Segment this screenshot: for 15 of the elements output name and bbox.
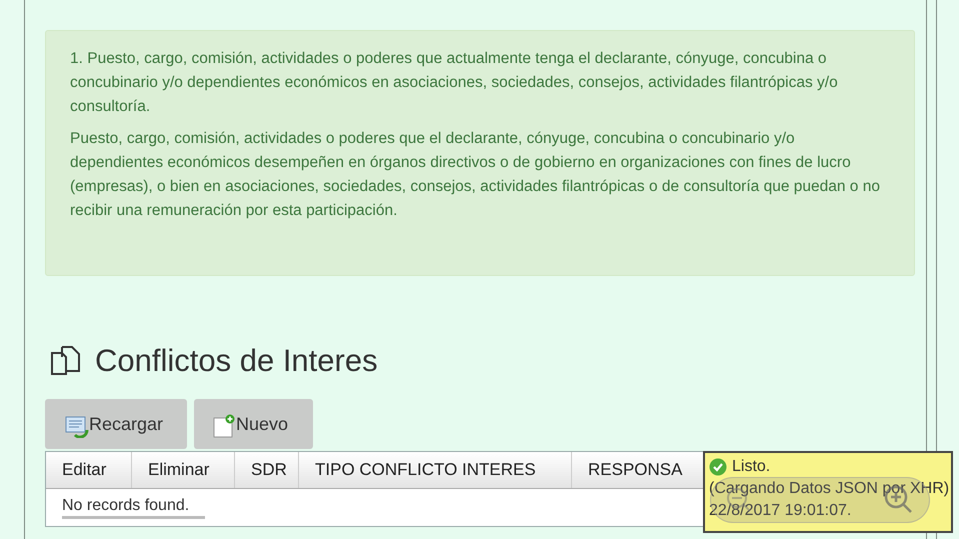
section-heading: Conflictos de Interes bbox=[95, 342, 378, 380]
column-header[interactable]: TIPO CONFLICTO INTERES bbox=[299, 452, 572, 488]
column-header[interactable]: Editar bbox=[46, 452, 132, 488]
new-document-icon bbox=[212, 414, 236, 438]
new-button[interactable]: Nuevo bbox=[194, 398, 313, 448]
empty-message: No records found. bbox=[62, 496, 206, 518]
checkmark-icon bbox=[709, 458, 727, 476]
notification-text: 22/8/2017 19:01:07. bbox=[709, 501, 852, 521]
notification-title: Listo. bbox=[732, 457, 770, 477]
alert-paragraph: Puesto, cargo, comisión, actividades o poderes que el declarante, cónyuge, concubina o concubinario y/o dependientes económicos desempeñen en órganos directivos o de gobierno en organizaciones con fines de lucro (empresas), o bien en asociaciones, sociedades, consejos, actividades filantrópicas o de consultoría que puedan o no recibir una remuneración por esta participación. bbox=[70, 129, 881, 221]
column-header[interactable]: SDR bbox=[235, 452, 299, 488]
alert-paragraph: 1. Puesto, cargo, comisión, actividades o poderes que actualmente tenga el declarante, cónyuge, concubina o concubinario y/o dependientes económicos en asociaciones, sociedades, consejos, actividades filantrópicas y/o consultoría. bbox=[70, 49, 839, 117]
reload-button[interactable]: Recargar bbox=[45, 398, 187, 448]
refresh-icon bbox=[65, 414, 89, 438]
column-header[interactable]: Eliminar bbox=[132, 452, 235, 488]
